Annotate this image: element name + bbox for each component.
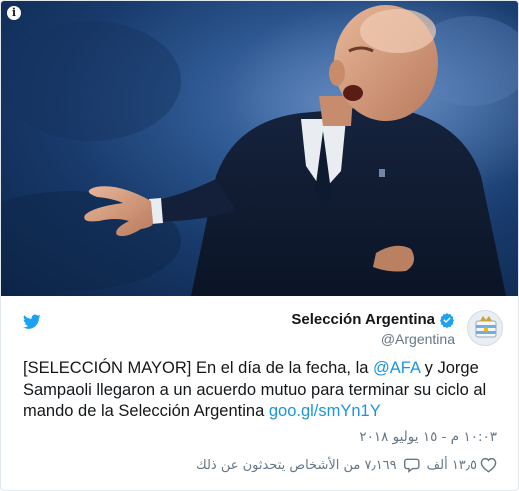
author-info[interactable]: Selección Argentina @Argentina [291, 310, 455, 348]
author-name[interactable]: Selección Argentina [291, 310, 435, 330]
coach-photo [1, 1, 518, 296]
avatar[interactable] [467, 310, 503, 346]
heart-icon [480, 457, 497, 473]
tweet-actions: ١٣٫٥ ألف ٧٫١٦٩ من الأشخاص يتحدثون عن ذلك [196, 457, 497, 473]
conversation-count: ٧٫١٦٩ من الأشخاص يتحدثون عن ذلك [195, 457, 397, 473]
mention-link[interactable]: @AFA [373, 359, 420, 377]
author-handle[interactable]: @Argentina [291, 330, 455, 348]
comment-bubble-icon [403, 458, 420, 473]
tweet-media-photo[interactable]: i [1, 1, 518, 296]
reply-button[interactable]: ٧٫١٦٩ من الأشخاص يتحدثون عن ذلك [196, 457, 421, 473]
embedded-tweet-card[interactable]: i Selección Argentina @Argentina [SELECC… [0, 0, 519, 491]
like-count: ١٣٫٥ ألف [426, 457, 477, 473]
afa-crest-icon [475, 316, 497, 338]
tweet-timestamp[interactable]: ١٠:٠٣ م - ١٥ يوليو ٢٠١٨ [359, 429, 497, 445]
tweet-text-part: [SELECCIÓN MAYOR] En el día de la fecha,… [23, 359, 374, 377]
url-link[interactable]: goo.gl/smYn1Y [269, 402, 381, 420]
info-icon[interactable]: i [7, 6, 21, 20]
tweet-text: [SELECCIÓN MAYOR] En el día de la fecha,… [23, 358, 503, 423]
twitter-bird-icon[interactable] [23, 314, 41, 330]
verified-badge-icon [440, 313, 454, 328]
like-button[interactable]: ١٣٫٥ ألف [427, 457, 497, 473]
